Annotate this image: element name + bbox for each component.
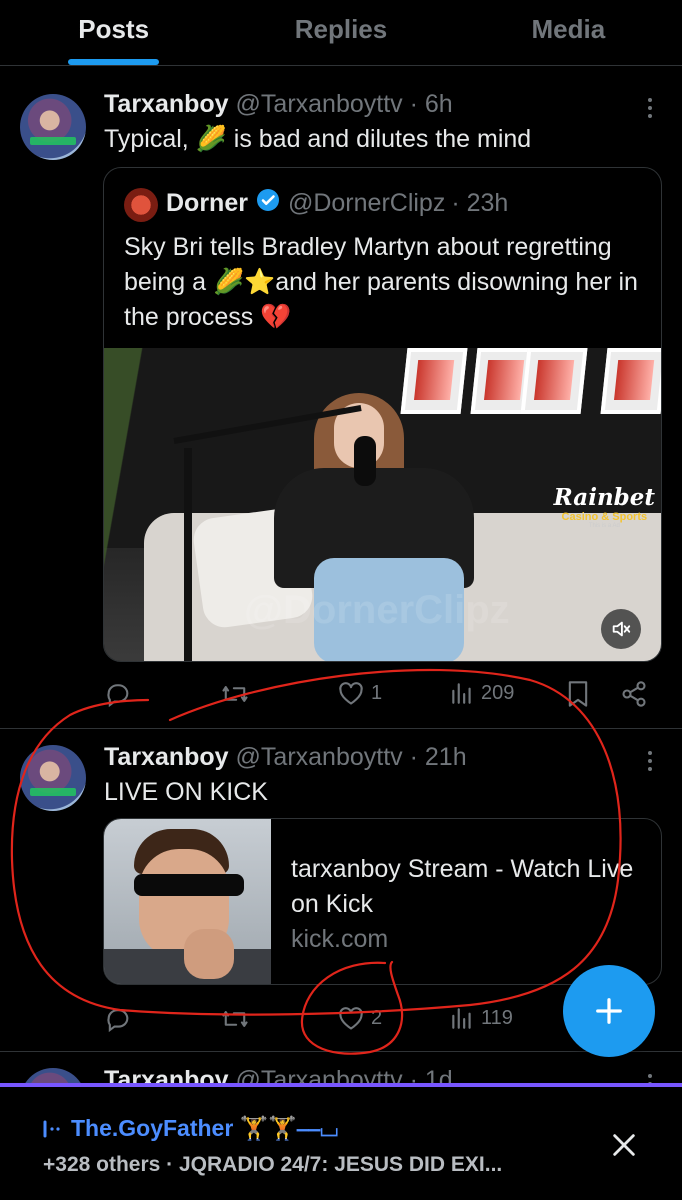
- bookmark-button[interactable]: [566, 680, 590, 708]
- author-name[interactable]: Tarxanboy: [104, 90, 229, 118]
- live-space-bar[interactable]: The.GoyFather 🏋️🏋️⎯⎯⌴ +328 others · JQRA…: [0, 1083, 682, 1200]
- tab-posts-label: Posts: [78, 14, 150, 44]
- space-host-name: The.GoyFather 🏋️🏋️⎯⎯⌴: [71, 1115, 339, 1141]
- repost-icon: [222, 686, 248, 702]
- sponsor-subtitle: Casino & Sports: [561, 511, 648, 523]
- video-watermark: @DornerClipz: [244, 588, 510, 632]
- post-time: · 6h: [409, 90, 453, 118]
- like-button[interactable]: 2: [337, 1005, 382, 1031]
- post-text: LIVE ON KICK: [104, 778, 268, 806]
- reply-icon: [107, 1009, 129, 1033]
- view-count: 209: [481, 681, 515, 704]
- like-button[interactable]: 1: [337, 680, 382, 706]
- mute-button[interactable]: [601, 609, 641, 649]
- quoted-post-text: Sky Bri tells Bradley Martyn about regre…: [124, 233, 638, 331]
- view-count: 119: [481, 1006, 513, 1029]
- heart-icon: [339, 682, 363, 705]
- profile-tabs: Posts Replies Media: [0, 0, 682, 66]
- quoted-post-time: · 23h: [451, 189, 509, 217]
- author-name[interactable]: Tarxanboy: [104, 743, 229, 771]
- space-subtitle: +328 others · JQRADIO 24/7: JESUS DID EX…: [43, 1153, 503, 1176]
- link-domain: kick.com: [291, 925, 389, 953]
- post-actions: 1 209: [104, 680, 652, 710]
- post-header: Tarxanboy @Tarxanboyttv · 21h: [104, 743, 467, 772]
- avatar[interactable]: [20, 745, 86, 811]
- repost-button[interactable]: [220, 680, 256, 708]
- bookmark-icon: [568, 681, 588, 707]
- author-handle[interactable]: @Tarxanboyttv: [236, 90, 403, 118]
- sponsor-fineprint: This is a Ad: [588, 523, 620, 529]
- tab-replies[interactable]: Replies: [227, 0, 454, 65]
- tab-media-label: Media: [531, 14, 606, 44]
- post-text: Typical, 🌽 is bad and dilutes the mind: [104, 125, 532, 153]
- quoted-author-handle: @DornerClipz: [287, 189, 446, 217]
- plus-icon: [596, 998, 622, 1024]
- sponsor-name: Rainbet: [553, 484, 655, 511]
- quoted-avatar[interactable]: [124, 188, 158, 222]
- tab-replies-label: Replies: [294, 14, 388, 44]
- reply-button[interactable]: [104, 1005, 138, 1033]
- microphone: [354, 436, 376, 486]
- post-3[interactable]: Tarxanboy @Tarxanboyttv · 1d: [0, 1052, 682, 1086]
- wall-art: [400, 348, 468, 414]
- reply-button[interactable]: [104, 680, 138, 708]
- space-title-row: The.GoyFather 🏋️🏋️⎯⎯⌴: [43, 1115, 338, 1142]
- live-audio-icon: [43, 1120, 60, 1137]
- heart-icon: [339, 1007, 363, 1030]
- verified-badge-icon: [256, 188, 280, 219]
- views-button[interactable]: 209: [449, 680, 514, 706]
- repost-button[interactable]: [220, 1005, 256, 1033]
- quoted-post[interactable]: Dorner @DornerClipz · 23h Sky Bri tells …: [103, 167, 662, 662]
- more-options-icon[interactable]: [648, 98, 654, 118]
- close-icon[interactable]: [610, 1131, 638, 1159]
- tab-posts[interactable]: Posts: [0, 0, 227, 65]
- share-button[interactable]: [620, 680, 648, 708]
- like-count: 2: [371, 1006, 383, 1029]
- views-button[interactable]: 119: [449, 1005, 513, 1031]
- mic-stand: [184, 448, 192, 661]
- wall-art: [600, 348, 661, 414]
- views-bar-chart-icon: [452, 1008, 471, 1029]
- sponsor-logo: Rainbet Casino & Sports This is a Ad: [554, 484, 655, 529]
- author-handle[interactable]: @Tarxanboyttv: [236, 743, 403, 771]
- quoted-header: Dorner @DornerClipz · 23h: [166, 188, 508, 219]
- reply-icon: [107, 684, 129, 708]
- avatar[interactable]: [20, 94, 86, 160]
- wall-art: [520, 348, 588, 414]
- active-tab-indicator: [68, 59, 159, 65]
- compose-post-button[interactable]: [563, 965, 655, 1057]
- share-icon: [622, 681, 646, 707]
- link-title: tarxanboy Stream - Watch Live on Kick: [291, 855, 634, 918]
- repost-icon: [222, 1011, 248, 1027]
- more-options-icon[interactable]: [648, 751, 654, 771]
- like-count: 1: [371, 681, 383, 704]
- quoted-author-name: Dorner: [166, 189, 248, 217]
- views-bar-chart-icon: [452, 683, 471, 704]
- speaker-muted-icon: [612, 621, 631, 637]
- post-time: · 21h: [409, 743, 467, 771]
- link-thumbnail: [104, 819, 271, 984]
- post-header: Tarxanboy @Tarxanboyttv · 6h: [104, 90, 453, 119]
- link-preview-card[interactable]: tarxanboy Stream - Watch Live on Kick ki…: [103, 818, 662, 985]
- video-media[interactable]: @DornerClipz Rainbet Casino & Sports Thi…: [104, 348, 661, 661]
- tab-media[interactable]: Media: [455, 0, 682, 65]
